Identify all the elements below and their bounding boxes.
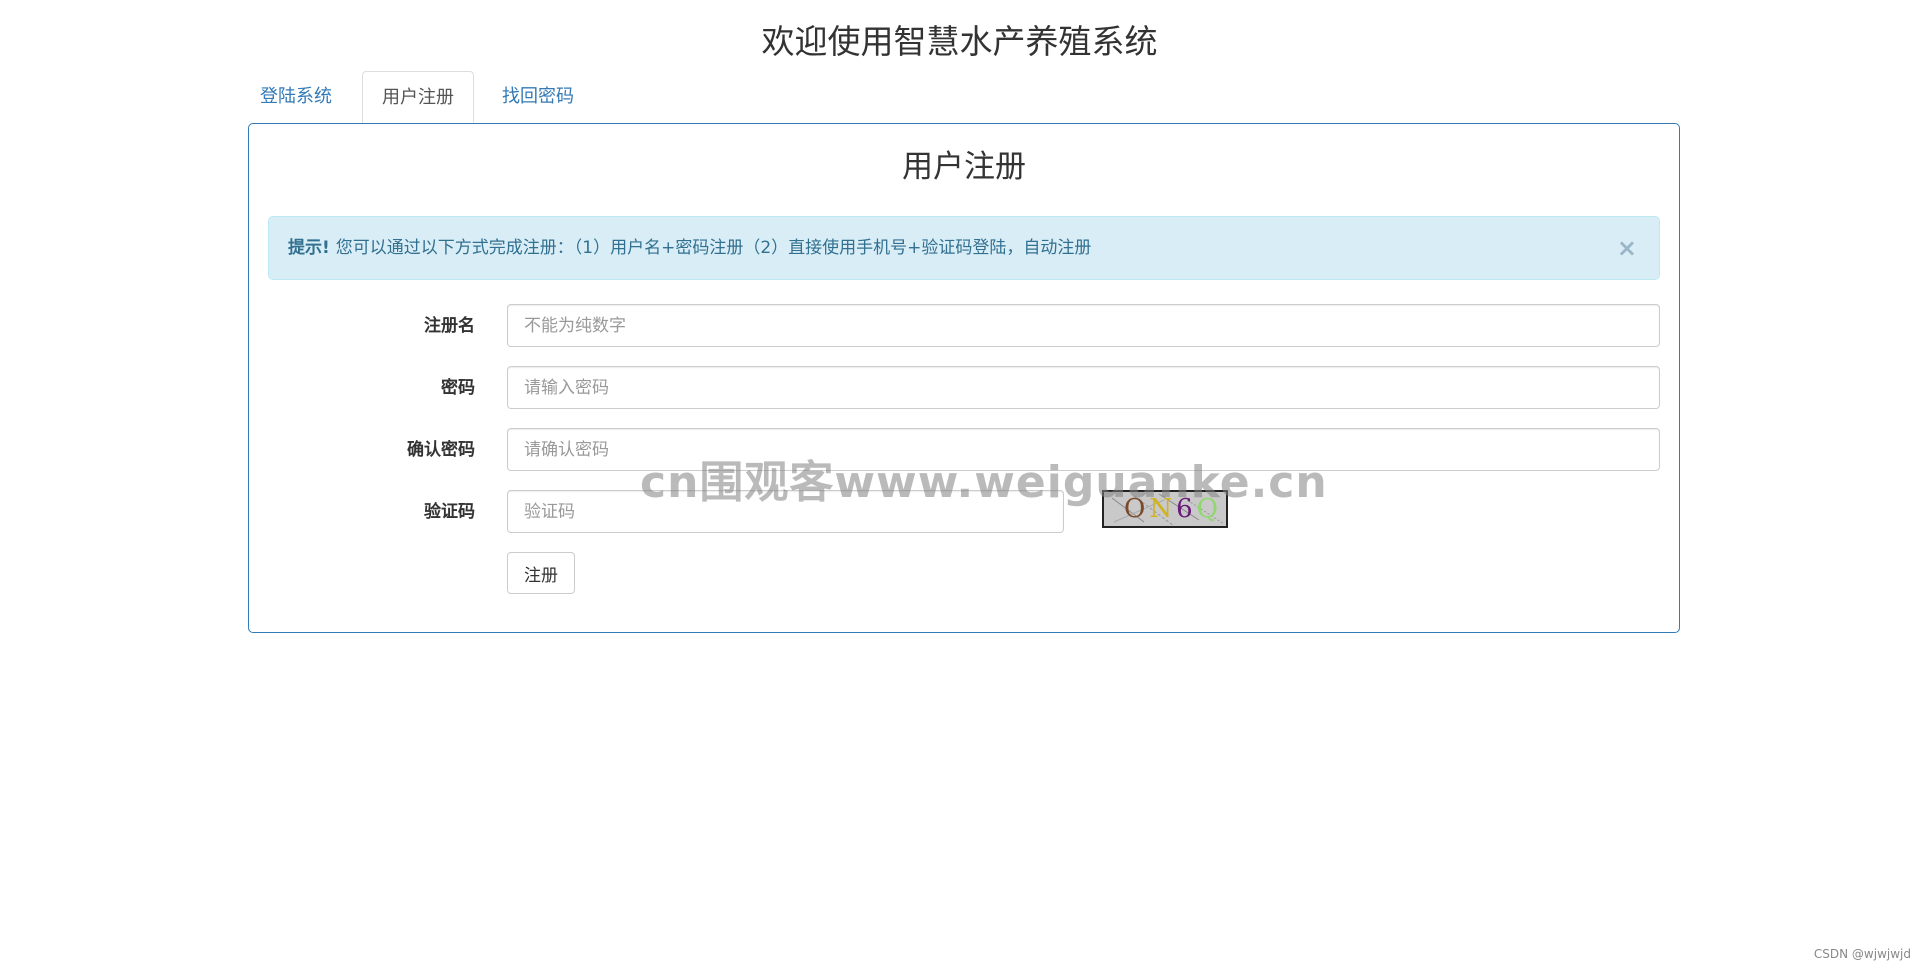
- password-row: 密码: [249, 366, 1679, 410]
- app-title: 欢迎使用智慧水产养殖系统: [761, 22, 1158, 61]
- tab-login[interactable]: 登陆系统: [250, 71, 342, 123]
- password-input[interactable]: [507, 366, 1660, 409]
- username-label: 注册名: [424, 316, 475, 336]
- alert-strong-label: 提示!: [288, 238, 330, 258]
- confirm-password-label: 确认密码: [407, 440, 475, 460]
- info-alert: 提示! 您可以通过以下方式完成注册：（1）用户名+密码注册（2）直接使用手机号+验…: [268, 216, 1660, 280]
- tab-register[interactable]: 用户注册: [362, 71, 474, 123]
- panel-title: 用户注册: [902, 149, 1026, 185]
- username-input[interactable]: [507, 304, 1660, 347]
- tab-bar: 登陆系统 用户注册 找回密码: [248, 71, 1680, 123]
- submit-row: 注册: [249, 552, 1679, 596]
- register-panel: 用户注册 提示! 您可以通过以下方式完成注册：（1）用户名+密码注册（2）直接使用…: [248, 123, 1680, 633]
- captcha-label: 验证码: [424, 502, 475, 522]
- footer-credit: CSDN @wjwjwjd: [1813, 947, 1911, 961]
- tab-recover-password[interactable]: 找回密码: [492, 71, 584, 123]
- password-label: 密码: [441, 378, 475, 398]
- page: 欢迎使用智慧水产养殖系统 登陆系统 用户注册 找回密码 用户注册 提示! 您可以通…: [0, 0, 1919, 969]
- watermark: cn围观客www.weiguanke.cn: [640, 457, 1328, 508]
- username-row: 注册名: [249, 304, 1679, 348]
- alert-text: 您可以通过以下方式完成注册：（1）用户名+密码注册（2）直接使用手机号+验证码登…: [335, 238, 1092, 258]
- register-button[interactable]: 注册: [507, 552, 575, 594]
- close-icon[interactable]: ×: [1617, 217, 1637, 279]
